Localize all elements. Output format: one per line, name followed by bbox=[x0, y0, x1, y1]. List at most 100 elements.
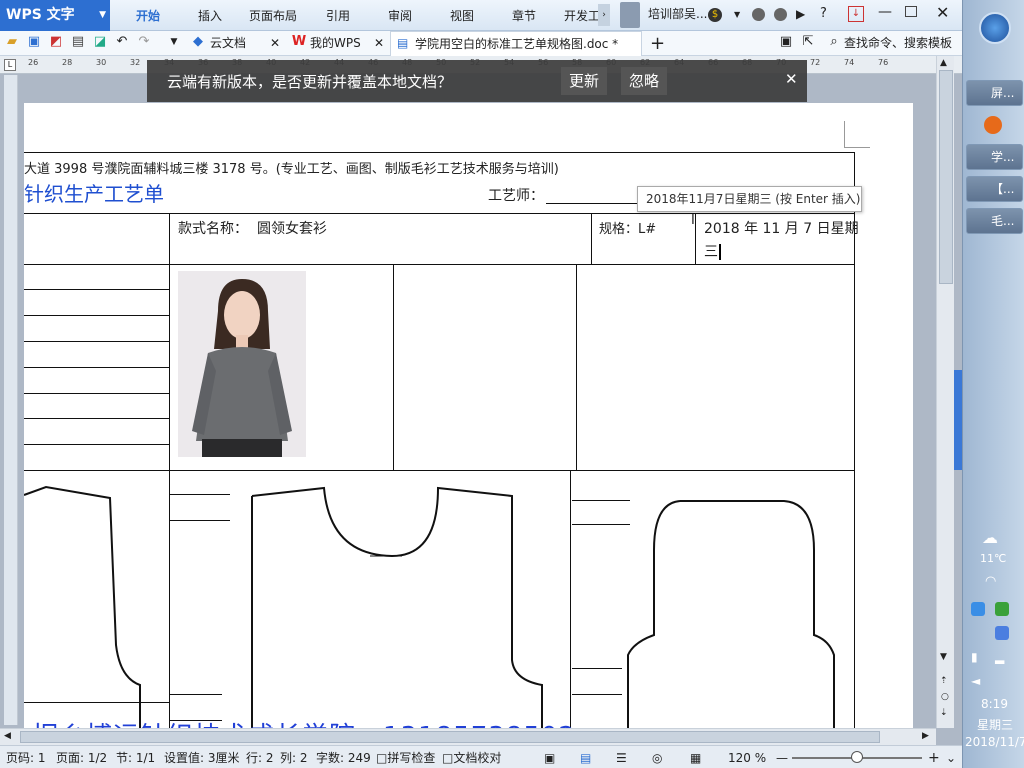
tray-green-icon[interactable] bbox=[995, 602, 1009, 616]
outline-view-icon[interactable]: ☰ bbox=[616, 749, 627, 767]
scroll-left-icon[interactable]: ◀ bbox=[4, 731, 11, 741]
document-title[interactable]: 针织生产工艺单 bbox=[24, 178, 164, 207]
download-icon[interactable]: ↓ bbox=[848, 6, 864, 22]
tray-cloud-icon[interactable] bbox=[971, 602, 985, 616]
zoom-level[interactable]: 120 % bbox=[728, 749, 766, 767]
fit-page-icon[interactable]: ▣ bbox=[544, 749, 555, 767]
search-icon[interactable]: ⌕ bbox=[826, 34, 842, 50]
open-folder-icon[interactable]: ▰ bbox=[4, 34, 20, 50]
tray-blue-icon[interactable] bbox=[995, 626, 1009, 640]
date-line-2[interactable]: 三 bbox=[704, 241, 721, 261]
status-row[interactable]: 行: 2 bbox=[246, 749, 274, 767]
update-button[interactable]: 更新 bbox=[561, 67, 607, 95]
address-line[interactable]: 大道 3998 号濮院面辅料城三楼 3178 号。(专业工艺、画图、制版毛衫工艺… bbox=[24, 158, 559, 177]
user-name[interactable]: 培训部吴... bbox=[648, 0, 707, 28]
horizontal-scrollbar[interactable]: ◀ ▶ bbox=[0, 728, 936, 745]
tab-review[interactable]: 审阅 bbox=[388, 0, 412, 31]
feedback-icon[interactable] bbox=[774, 8, 787, 21]
vertical-ruler[interactable] bbox=[4, 75, 18, 725]
style-name-value[interactable]: 圆领女套衫 bbox=[257, 218, 327, 238]
share-icon[interactable]: ▶ bbox=[796, 7, 805, 21]
tray-device-icon[interactable]: ▮ bbox=[971, 650, 978, 664]
tab-chapter[interactable]: 章节 bbox=[512, 0, 536, 31]
style-name-label[interactable]: 款式名称： bbox=[178, 218, 248, 238]
tab-stop-icon[interactable]: L bbox=[4, 59, 16, 71]
status-pages[interactable]: 页面: 1/2 bbox=[56, 749, 107, 767]
scroll-right-icon[interactable]: ▶ bbox=[922, 731, 929, 741]
browse-object-icon[interactable]: ○ bbox=[941, 692, 949, 702]
status-setting[interactable]: 设置值: 3厘米 bbox=[164, 749, 240, 767]
network-icon[interactable]: ▂ bbox=[995, 650, 1004, 664]
zoom-out-icon[interactable]: — bbox=[776, 749, 788, 767]
export-pdf-icon[interactable]: ◩ bbox=[48, 34, 64, 50]
coin-icon[interactable]: $ bbox=[708, 8, 722, 22]
volume-icon[interactable]: ◄ bbox=[971, 674, 980, 688]
date-line-1[interactable]: 2018 年 11 月 7 日星期 bbox=[704, 218, 859, 238]
taskbar-item-mao[interactable]: 毛... bbox=[966, 208, 1023, 234]
side-panel-handle[interactable] bbox=[954, 370, 962, 470]
weather-temp[interactable]: 11℃ bbox=[980, 552, 1006, 565]
scroll-up-icon[interactable]: ▲ bbox=[940, 58, 947, 68]
web-view-icon[interactable]: ◎ bbox=[652, 749, 662, 767]
redo-icon[interactable]: ↷ bbox=[136, 34, 152, 50]
clock-date[interactable]: 2018/11/7 bbox=[965, 735, 1024, 749]
tab-page-layout[interactable]: 页面布局 bbox=[249, 0, 297, 31]
chevron-down-icon[interactable]: ▼ bbox=[99, 0, 106, 30]
prev-page-icon[interactable]: ⇡ bbox=[940, 676, 948, 686]
wps-logo-button[interactable]: WPS 文字 ▼ bbox=[0, 0, 110, 31]
status-words[interactable]: 字数: 249 bbox=[316, 749, 371, 767]
print-preview-icon[interactable]: ◪ bbox=[92, 34, 108, 50]
reading-view-icon[interactable]: ▦ bbox=[690, 749, 701, 767]
weather-icon[interactable]: ☁ bbox=[982, 528, 998, 547]
tab-view[interactable]: 视图 bbox=[450, 0, 474, 31]
status-section[interactable]: 节: 1/1 bbox=[116, 749, 155, 767]
zoom-slider-thumb[interactable] bbox=[851, 751, 863, 763]
close-tab-icon[interactable]: ✕ bbox=[270, 31, 280, 56]
spec-label[interactable]: 规格：L# bbox=[599, 218, 656, 237]
spellcheck-toggle[interactable]: □拼写检查 bbox=[376, 749, 435, 767]
expand-icon[interactable]: ⇱ bbox=[800, 34, 816, 50]
undo-icon[interactable]: ↶ bbox=[114, 34, 130, 50]
start-button[interactable] bbox=[979, 12, 1011, 44]
taskbar-item-screen[interactable]: 屏... bbox=[966, 80, 1023, 106]
taskbar-item-wps[interactable]: 学... bbox=[966, 144, 1023, 170]
status-page-num[interactable]: 页码: 1 bbox=[6, 749, 46, 767]
minimize-icon[interactable]: — bbox=[878, 4, 892, 20]
screen-icon[interactable]: ▣ bbox=[778, 34, 794, 50]
help-icon[interactable]: ? bbox=[820, 6, 827, 21]
save-icon[interactable]: ▣ bbox=[26, 34, 42, 50]
tab-current-doc[interactable]: ▤ 学院用空白的标准工艺单规格图.doc * bbox=[390, 31, 642, 56]
close-icon[interactable]: ✕ bbox=[785, 70, 798, 88]
next-page-icon[interactable]: ⇣ bbox=[940, 708, 948, 718]
new-tab-icon[interactable]: + bbox=[650, 31, 665, 56]
tab-insert[interactable]: 插入 bbox=[198, 0, 222, 31]
clock-weekday[interactable]: 星期三 bbox=[977, 716, 1013, 733]
proofread-toggle[interactable]: □文档校对 bbox=[442, 749, 501, 767]
wifi-icon[interactable]: ◠ bbox=[985, 574, 996, 589]
ignore-button[interactable]: 忽略 bbox=[621, 67, 667, 95]
hscroll-thumb[interactable] bbox=[20, 731, 880, 743]
scroll-down-icon[interactable]: ▼ bbox=[940, 652, 947, 662]
command-search[interactable]: 查找命令、搜索模板 bbox=[844, 31, 952, 56]
avatar[interactable] bbox=[620, 2, 640, 28]
customize-toolbar-icon[interactable]: ▼ bbox=[166, 34, 182, 50]
product-photo[interactable] bbox=[178, 271, 306, 457]
status-col[interactable]: 列: 2 bbox=[280, 749, 308, 767]
crafter-label[interactable]: 工艺师： bbox=[488, 185, 544, 205]
zoom-in-icon[interactable]: + bbox=[928, 749, 940, 767]
vertical-scrollbar[interactable]: ▲ ▼ ⇡ ○ ⇣ bbox=[936, 56, 954, 728]
scrollbar-thumb[interactable] bbox=[939, 70, 953, 284]
close-tab-icon[interactable]: ✕ bbox=[374, 31, 384, 56]
skin-icon[interactable] bbox=[752, 8, 765, 21]
print-icon[interactable]: ▤ bbox=[70, 34, 86, 50]
close-icon[interactable]: ✕ bbox=[936, 3, 949, 22]
autocomplete-tooltip[interactable]: 2018年11月7日星期三 (按 Enter 插入) bbox=[637, 186, 862, 212]
clock-time[interactable]: 8:19 bbox=[981, 697, 1008, 711]
expand-icon[interactable]: ⌄ bbox=[946, 749, 956, 767]
tab-home[interactable]: 开始 bbox=[136, 0, 160, 31]
tab-developer[interactable]: 开发工 bbox=[564, 0, 600, 31]
restore-icon[interactable] bbox=[905, 6, 917, 17]
taskbar-app-icon[interactable] bbox=[984, 116, 1002, 134]
page-view-icon[interactable]: ▤ bbox=[580, 749, 591, 767]
tab-cloud-doc[interactable]: 云文档 bbox=[210, 31, 246, 56]
